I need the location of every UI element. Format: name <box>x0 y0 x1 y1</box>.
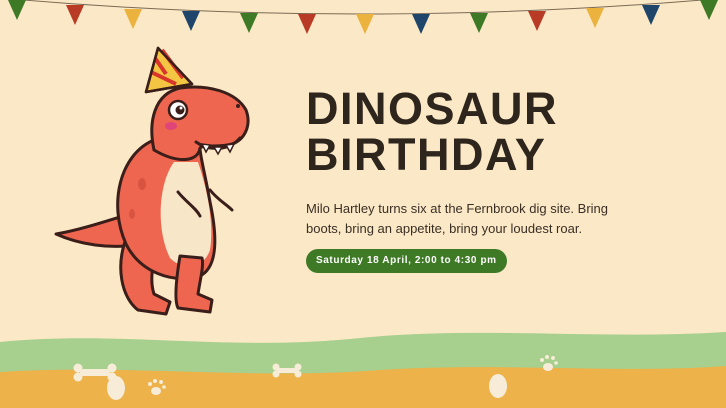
egg-icon <box>107 376 125 400</box>
date-badge: Saturday 18 April, 2:00 to 4:30 pm <box>306 249 507 273</box>
dinosaur-illustration <box>54 46 250 316</box>
invitation-card: DINOSAUR BIRTHDAY Milo Hartley turns six… <box>0 0 726 408</box>
event-description: Milo Hartley turns six at the Fernbrook … <box>306 201 609 236</box>
egg-icon <box>489 374 507 398</box>
title-line-1: DINOSAUR <box>306 83 559 134</box>
page-title: DINOSAUR BIRTHDAY <box>306 86 558 178</box>
title-line-2: BIRTHDAY <box>306 129 547 180</box>
party-hat-icon <box>144 46 194 94</box>
